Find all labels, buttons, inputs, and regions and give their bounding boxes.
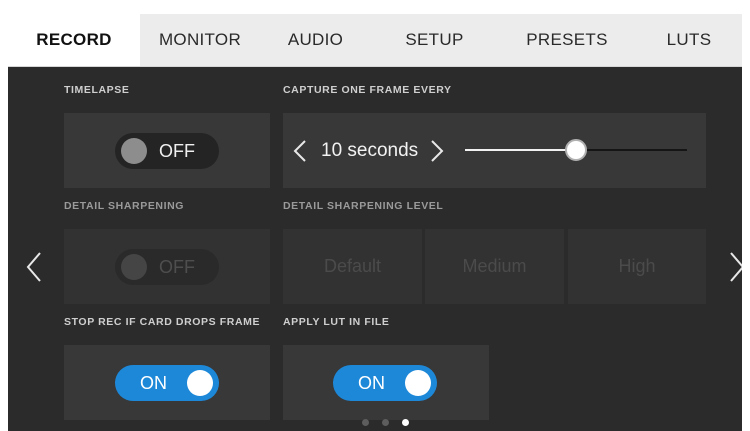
tab-audio[interactable]: AUDIO [260, 14, 371, 66]
toggle-knob [187, 370, 213, 396]
apply-lut-box: ON [283, 345, 489, 420]
tab-bar: RECORD MONITOR AUDIO SETUP PRESETS LUTS [8, 14, 742, 67]
detail-level-default[interactable]: Default [283, 229, 422, 304]
settings-panel: TIMELAPSE OFF CAPTURE ONE FRAME EVERY 10… [8, 67, 742, 431]
detail-sharpening-toggle[interactable]: OFF [115, 249, 219, 285]
stop-rec-box: ON [64, 345, 270, 420]
detail-sharpening-box: OFF [64, 229, 270, 304]
detail-level-medium[interactable]: Medium [425, 229, 564, 304]
timelapse-toggle[interactable]: OFF [115, 133, 219, 169]
detail-level-label: DETAIL SHARPENING LEVEL [283, 200, 444, 212]
tab-setup[interactable]: SETUP [371, 14, 498, 66]
capture-slider-track[interactable] [465, 139, 687, 161]
page-dot-1[interactable] [362, 419, 369, 426]
chevron-right-icon[interactable] [430, 139, 444, 163]
camera-screen: RECORD MONITOR AUDIO SETUP PRESETS LUTS … [8, 14, 742, 431]
detail-sharpening-state: OFF [159, 257, 195, 277]
stop-rec-state: ON [140, 373, 167, 393]
previous-page-arrow-icon[interactable] [26, 251, 42, 283]
capture-slider-knob[interactable] [565, 139, 587, 161]
stop-rec-label: STOP REC IF CARD DROPS FRAME [64, 316, 261, 328]
toggle-knob [121, 254, 147, 280]
chevron-left-icon[interactable] [293, 139, 307, 163]
toggle-knob [405, 370, 431, 396]
tab-luts[interactable]: LUTS [636, 14, 742, 66]
tab-record[interactable]: RECORD [8, 14, 140, 66]
next-page-arrow-icon[interactable] [729, 251, 742, 283]
capture-interval-value: 10 seconds [321, 140, 419, 161]
apply-lut-state: ON [358, 373, 385, 393]
tab-monitor[interactable]: MONITOR [140, 14, 260, 66]
stop-rec-toggle[interactable]: ON [115, 365, 219, 401]
toggle-knob [121, 138, 147, 164]
detail-level-high[interactable]: High [568, 229, 706, 304]
apply-lut-toggle[interactable]: ON [333, 365, 437, 401]
capture-slider-fill [465, 149, 576, 151]
detail-sharpening-label: DETAIL SHARPENING [64, 200, 185, 212]
capture-interval-label: CAPTURE ONE FRAME EVERY [283, 84, 452, 96]
capture-interval-box: 10 seconds [283, 113, 706, 188]
timelapse-label: TIMELAPSE [64, 84, 130, 96]
timelapse-state: OFF [159, 141, 195, 161]
timelapse-box: OFF [64, 113, 270, 188]
apply-lut-label: APPLY LUT IN FILE [283, 316, 390, 328]
page-dot-3[interactable] [402, 419, 409, 426]
tab-presets[interactable]: PRESETS [498, 14, 636, 66]
page-dot-2[interactable] [382, 419, 389, 426]
